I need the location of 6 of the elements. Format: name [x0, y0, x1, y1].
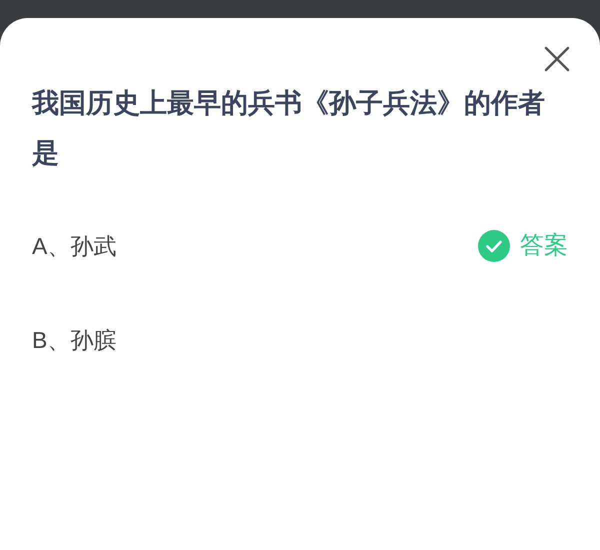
- option-text[interactable]: A、孙武: [32, 228, 116, 264]
- question-text: 我国历史上最早的兵书《孙子兵法》的作者是: [32, 87, 546, 170]
- answer-label: 答案: [520, 231, 568, 261]
- check-circle-icon: [478, 230, 510, 262]
- close-icon[interactable]: [542, 44, 572, 74]
- option-text[interactable]: B、孙膑: [32, 322, 116, 358]
